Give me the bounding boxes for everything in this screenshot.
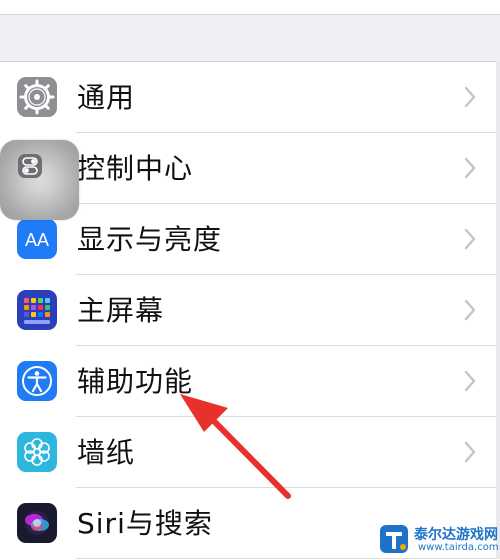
siri-icon — [17, 503, 57, 543]
settings-row-label: 主屏幕 — [77, 294, 165, 327]
right-edge — [496, 61, 500, 559]
settings-row-label: 显示与亮度 — [77, 223, 223, 256]
watermark: 泰尔达游戏网 www.tairda.com — [378, 520, 500, 559]
chevron-right-icon — [464, 441, 476, 463]
chevron-right-icon — [464, 370, 476, 392]
flower-icon — [17, 432, 57, 472]
group-spacer — [0, 15, 500, 61]
chevron-right-icon — [464, 228, 476, 250]
watermark-name: 泰尔达游戏网 — [414, 527, 498, 543]
settings-list: 通用 控制中心 AA 显示与亮度 主屏幕 辅助功能 墙纸 Siri与搜索 — [0, 61, 500, 560]
settings-row-label: 通用 — [77, 81, 136, 114]
settings-row-label: Siri与搜索 — [77, 507, 213, 540]
text-size-glyph: AA — [25, 230, 49, 250]
settings-row-label: 墙纸 — [77, 436, 136, 469]
chevron-right-icon — [464, 299, 476, 321]
top-strip — [0, 0, 500, 15]
accessibility-icon — [17, 361, 57, 401]
settings-row-label: 控制中心 — [77, 152, 194, 185]
home-screen-icon — [17, 290, 57, 330]
settings-row-label: 辅助功能 — [77, 365, 194, 398]
text-size-icon: AA — [17, 219, 57, 259]
assistive-touch-button[interactable] — [0, 140, 79, 220]
watermark-logo-icon — [378, 523, 410, 555]
toggles-icon — [16, 152, 44, 180]
settings-row-display[interactable]: AA 显示与亮度 — [0, 204, 500, 275]
settings-row-wallpaper[interactable]: 墙纸 — [0, 417, 500, 488]
settings-row-home-screen[interactable]: 主屏幕 — [0, 275, 500, 346]
gear-icon — [17, 77, 57, 117]
chevron-right-icon — [464, 157, 476, 179]
settings-row-general[interactable]: 通用 — [0, 62, 500, 133]
settings-row-accessibility[interactable]: 辅助功能 — [0, 346, 500, 417]
watermark-url: www.tairda.com — [418, 542, 499, 553]
chevron-right-icon — [464, 86, 476, 108]
